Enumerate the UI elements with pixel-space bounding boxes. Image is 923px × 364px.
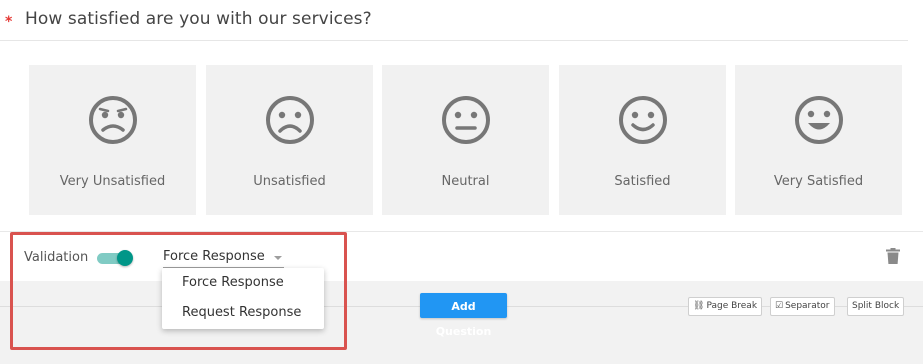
add-question-button[interactable]: Add Question bbox=[420, 293, 507, 338]
block-toolbar-area: Add Question ⛓ Page Break ☑ Separator Spli… bbox=[0, 281, 923, 364]
option-very-satisfied[interactable]: Very Satisfied bbox=[735, 65, 902, 215]
required-marker: * bbox=[5, 14, 13, 30]
option-satisfied[interactable]: Satisfied bbox=[559, 65, 726, 215]
dropdown-item-force-response[interactable]: Force Response bbox=[182, 275, 284, 290]
satisfied-face-icon bbox=[618, 96, 667, 144]
toggle-thumb bbox=[117, 250, 133, 266]
validation-type-select[interactable]: Force Response bbox=[163, 249, 284, 268]
option-label: Very Satisfied bbox=[773, 174, 864, 189]
very-satisfied-face-icon bbox=[794, 96, 843, 144]
question-title[interactable]: How satisfied are you with our services? bbox=[25, 9, 372, 29]
option-label: Unsatisfied bbox=[253, 174, 326, 189]
split-block-button[interactable]: Split Block bbox=[847, 297, 905, 316]
option-label: Neutral bbox=[441, 174, 490, 189]
question-header: * How satisfied are you with our service… bbox=[0, 0, 908, 41]
option-label: Satisfied bbox=[614, 174, 671, 189]
very-unsatisfied-face-icon bbox=[88, 96, 137, 144]
validation-label: Validation bbox=[24, 250, 89, 265]
neutral-face-icon bbox=[441, 96, 490, 144]
trash-icon[interactable] bbox=[886, 248, 900, 264]
validation-bar: Validation Force Response bbox=[0, 231, 923, 282]
split-block-label: Split Block bbox=[852, 301, 900, 311]
validation-toggle[interactable] bbox=[97, 250, 133, 266]
select-value: Force Response bbox=[163, 249, 265, 264]
page-break-icon: ⛓ bbox=[693, 301, 705, 311]
dropdown-item-request-response[interactable]: Request Response bbox=[182, 305, 301, 320]
page-break-label: Page Break bbox=[706, 301, 758, 311]
unsatisfied-face-icon bbox=[265, 96, 314, 144]
caret-down-icon bbox=[274, 256, 282, 260]
option-label: Very Unsatisfied bbox=[59, 174, 166, 189]
page-break-button[interactable]: ⛓ Page Break bbox=[688, 297, 763, 316]
checkbox-icon: ☑ bbox=[775, 301, 784, 311]
separator-label: Separator bbox=[785, 301, 830, 311]
validation-dropdown-menu: Force Response Request Response bbox=[162, 268, 324, 329]
option-very-unsatisfied[interactable]: Very Unsatisfied bbox=[29, 65, 196, 215]
option-unsatisfied[interactable]: Unsatisfied bbox=[206, 65, 373, 215]
separator-button[interactable]: ☑ Separator bbox=[770, 297, 835, 316]
option-neutral[interactable]: Neutral bbox=[382, 65, 549, 215]
